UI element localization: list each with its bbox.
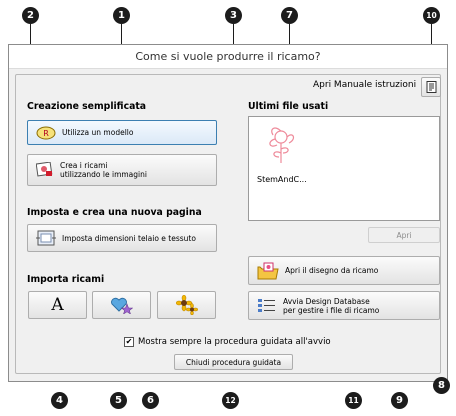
manual-label: Apri Manuale istruzioni xyxy=(313,80,417,90)
recent-files-list[interactable]: StemAndC... xyxy=(248,116,440,221)
sunflower-icon xyxy=(175,295,198,315)
open-recent-button[interactable]: Apri xyxy=(368,227,440,243)
use-template-button[interactable]: R Utilizza un modello xyxy=(27,120,217,145)
close-wizard-button[interactable]: Chiudi procedura guidata xyxy=(174,354,293,370)
callout-5: 5 xyxy=(110,392,127,409)
recent-file-item[interactable]: StemAndC... xyxy=(255,123,325,189)
callout-2: 2 xyxy=(22,7,39,24)
photo-icon xyxy=(36,162,54,178)
manual-button[interactable] xyxy=(421,77,441,97)
section-quick-heading: Creazione semplificata xyxy=(27,101,147,112)
section-import-heading: Importa ricami xyxy=(27,274,105,285)
section-recent-heading: Ultimi file usati xyxy=(248,101,329,112)
startup-checkbox-label[interactable]: Mostra sempre la procedura guidata all'a… xyxy=(138,337,331,347)
open-folder-icon xyxy=(257,262,279,280)
create-from-images-line2: utilizzando le immagini xyxy=(60,170,147,179)
hoop-icon xyxy=(36,230,56,246)
set-dimensions-label: Imposta dimensioni telaio e tessuto xyxy=(62,233,196,243)
create-from-images-button[interactable]: Crea i ricami utilizzando le immagini xyxy=(27,154,217,186)
recent-file-name: StemAndC... xyxy=(257,175,307,184)
import-motif-button[interactable] xyxy=(92,291,151,319)
use-template-label: Utilizza un modello xyxy=(62,128,134,137)
import-font-button[interactable]: A xyxy=(28,291,87,319)
section-newpage-heading: Imposta e crea una nuova pagina xyxy=(27,207,202,218)
close-wizard-label: Chiudi procedura guidata xyxy=(185,357,282,367)
callout-10: 10 xyxy=(423,7,440,24)
heart-star-icon xyxy=(110,297,133,314)
create-from-images-line1: Crea i ricami xyxy=(60,161,108,170)
callout-9: 9 xyxy=(391,392,408,409)
callout-12: 12 xyxy=(222,392,239,409)
design-database-line1: Avvia Design Database xyxy=(283,296,370,306)
startup-checkbox[interactable]: ✔ xyxy=(124,337,134,347)
font-icon: A xyxy=(51,295,64,315)
import-image-button[interactable] xyxy=(157,291,216,319)
database-list-icon xyxy=(257,298,277,314)
embroidery-thumbnail-icon xyxy=(269,127,295,163)
callout-3: 3 xyxy=(225,7,242,24)
manual-icon xyxy=(426,81,436,93)
design-database-button[interactable]: Avvia Design Database per gestire i file… xyxy=(248,291,440,320)
check-mark-icon: ✔ xyxy=(125,337,133,346)
callout-11: 11 xyxy=(345,392,362,409)
open-design-label: Apri il disegno da ricamo xyxy=(285,266,379,275)
screenshot-stage: Come si vuole produrre il ricamo? Apri M… xyxy=(0,0,456,416)
callout-8: 8 xyxy=(433,377,450,394)
set-dimensions-button[interactable]: Imposta dimensioni telaio e tessuto xyxy=(27,224,217,252)
template-icon: R xyxy=(36,126,56,140)
design-database-line2: per gestire i file di ricamo xyxy=(283,305,380,315)
open-recent-label: Apri xyxy=(396,230,412,240)
callout-6: 6 xyxy=(142,392,159,409)
open-design-button[interactable]: Apri il disegno da ricamo xyxy=(248,256,440,285)
callout-1: 1 xyxy=(113,7,130,24)
svg-text:R: R xyxy=(43,129,49,138)
callout-7: 7 xyxy=(281,7,298,24)
window-title: Come si vuole produrre il ricamo? xyxy=(9,45,447,69)
callout-4: 4 xyxy=(51,392,68,409)
